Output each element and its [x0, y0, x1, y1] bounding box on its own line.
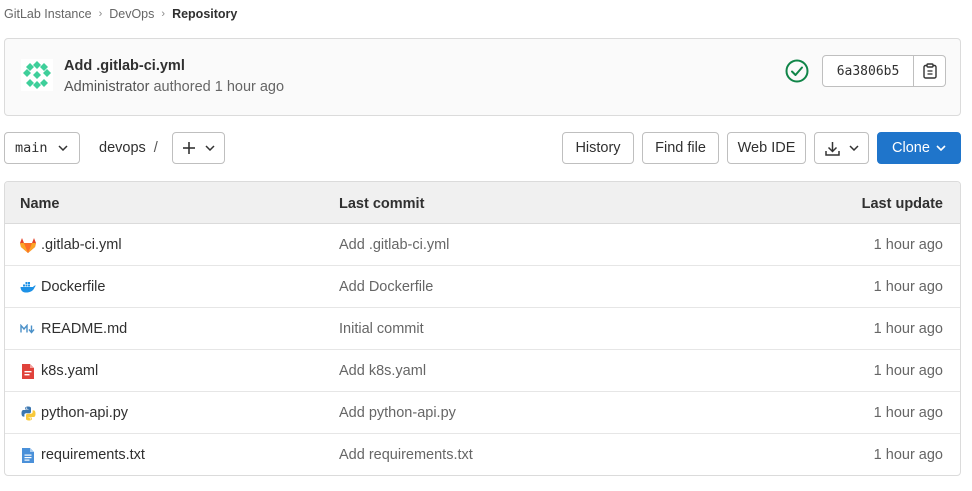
repo-path: devops / [99, 140, 158, 156]
text-file-icon [20, 447, 36, 463]
file-link[interactable]: .gitlab-ci.yml [20, 237, 122, 253]
table-row[interactable]: README.md Initial commit 1 hour ago [5, 308, 960, 350]
breadcrumb-devops[interactable]: DevOps [109, 7, 154, 21]
table-row[interactable]: k8s.yaml Add k8s.yaml 1 hour ago [5, 350, 960, 392]
commit-author[interactable]: Administrator [64, 79, 149, 95]
web-ide-button[interactable]: Web IDE [727, 132, 806, 164]
chevron-down-icon [848, 145, 859, 151]
file-tree-table: Name Last commit Last update .gitlab-ci.… [4, 181, 961, 476]
file-last-commit[interactable]: Add .gitlab-ci.yml [339, 237, 449, 253]
file-link[interactable]: k8s.yaml [20, 363, 98, 379]
table-row[interactable]: .gitlab-ci.yml Add .gitlab-ci.yml 1 hour… [5, 224, 960, 266]
file-last-update: 1 hour ago [873, 363, 943, 379]
last-commit-panel: Add .gitlab-ci.yml Administrator authore… [4, 38, 961, 116]
file-last-update: 1 hour ago [873, 405, 943, 421]
pipeline-passed-icon[interactable] [785, 59, 809, 83]
gitlab-icon [20, 237, 36, 253]
repo-path-link[interactable]: devops [99, 140, 146, 156]
file-last-update: 1 hour ago [873, 447, 943, 463]
path-separator: / [153, 140, 158, 156]
file-name: Dockerfile [41, 279, 106, 295]
file-last-commit[interactable]: Add requirements.txt [339, 447, 473, 463]
copy-sha-button[interactable] [914, 55, 946, 87]
chevron-down-icon [205, 145, 215, 151]
table-row[interactable]: python-api.py Add python-api.py 1 hour a… [5, 392, 960, 434]
header-last-commit: Last commit [339, 196, 425, 212]
table-row[interactable]: Dockerfile Add Dockerfile 1 hour ago [5, 266, 960, 308]
commit-sha-group: 6a3806b5 [822, 55, 946, 87]
yaml-file-icon [20, 363, 36, 379]
chevron-right-icon: › [161, 8, 166, 20]
file-link[interactable]: Dockerfile [20, 279, 105, 295]
breadcrumb-gitlab-instance[interactable]: GitLab Instance [4, 7, 92, 21]
header-name: Name [20, 196, 60, 212]
commit-sha[interactable]: 6a3806b5 [822, 55, 914, 87]
table-row[interactable]: requirements.txt Add requirements.txt 1 … [5, 434, 960, 475]
breadcrumb: GitLab Instance › DevOps › Repository [4, 6, 237, 22]
table-header: Name Last commit Last update [5, 182, 960, 224]
file-last-update: 1 hour ago [873, 237, 943, 253]
file-name: requirements.txt [41, 447, 145, 463]
commit-meta: Administrator authored 1 hour ago [64, 79, 284, 95]
find-file-button[interactable]: Find file [642, 132, 719, 164]
commit-authored-time: authored 1 hour ago [153, 79, 285, 95]
file-link[interactable]: README.md [20, 321, 127, 337]
docker-icon [20, 279, 36, 295]
file-last-commit[interactable]: Initial commit [339, 321, 424, 337]
file-link[interactable]: python-api.py [20, 405, 128, 421]
header-last-update: Last update [861, 196, 943, 212]
file-name: python-api.py [41, 405, 129, 421]
branch-name: main [15, 140, 48, 156]
clone-button[interactable]: Clone [877, 132, 961, 164]
breadcrumb-repository[interactable]: Repository [172, 7, 237, 21]
history-button[interactable]: History [562, 132, 634, 164]
clipboard-icon [922, 63, 937, 79]
add-to-tree-button[interactable] [172, 132, 225, 164]
chevron-down-icon [936, 145, 946, 151]
file-name: k8s.yaml [41, 363, 99, 379]
file-last-update: 1 hour ago [873, 279, 943, 295]
markdown-icon [20, 321, 36, 337]
plus-icon [183, 142, 195, 154]
file-last-commit[interactable]: Add Dockerfile [339, 279, 433, 295]
python-icon [20, 405, 36, 421]
file-last-commit[interactable]: Add k8s.yaml [339, 363, 426, 379]
branch-selector[interactable]: main [4, 132, 80, 164]
file-last-update: 1 hour ago [873, 321, 943, 337]
file-last-commit[interactable]: Add python-api.py [339, 405, 456, 421]
clone-label: Clone [892, 140, 930, 156]
avatar[interactable] [21, 59, 53, 91]
file-name: .gitlab-ci.yml [41, 237, 122, 253]
chevron-right-icon: › [98, 8, 103, 20]
chevron-down-icon [57, 145, 68, 151]
file-name: README.md [41, 321, 128, 337]
download-icon [824, 141, 840, 156]
file-link[interactable]: requirements.txt [20, 447, 145, 463]
download-button[interactable] [814, 132, 869, 164]
commit-title[interactable]: Add .gitlab-ci.yml [64, 58, 185, 74]
